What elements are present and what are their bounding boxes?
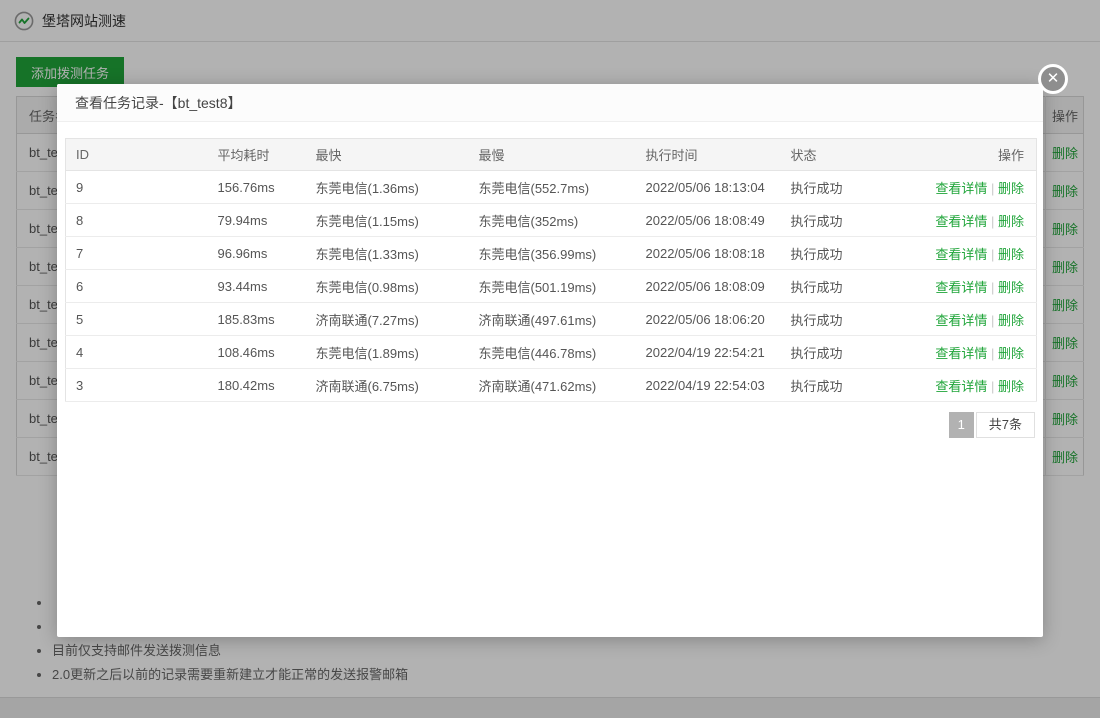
records-table: ID 平均耗时 最快 最慢 执行时间 状态 操作 9 156.76ms 东莞电信… [65,138,1037,402]
record-id: 9 [66,171,208,204]
record-slowest: 济南联通(497.61ms) [469,303,636,336]
record-avg-time: 96.96ms [208,237,306,270]
view-detail-link[interactable]: 查看详情 [935,247,987,262]
record-row: 6 93.44ms 东莞电信(0.98ms) 东莞电信(501.19ms) 20… [66,270,1037,303]
record-avg-time: 93.44ms [208,270,306,303]
record-avg-time: 108.46ms [208,336,306,369]
record-avg-time: 180.42ms [208,369,306,402]
col-exec-time: 执行时间 [636,139,781,171]
record-id: 8 [66,204,208,237]
record-delete-link[interactable]: 删除 [998,214,1024,229]
record-avg-time: 79.94ms [208,204,306,237]
record-status: 执行成功 [781,369,893,402]
view-detail-link[interactable]: 查看详情 [935,280,987,295]
record-avg-time: 185.83ms [208,303,306,336]
record-status: 执行成功 [781,204,893,237]
record-exec-time: 2022/04/19 22:54:21 [636,336,781,369]
record-id: 5 [66,303,208,336]
record-actions: 查看详情 | 删除 [893,336,1037,369]
col-avg-time: 平均耗时 [208,139,306,171]
record-slowest: 东莞电信(552.7ms) [469,171,636,204]
record-status: 执行成功 [781,237,893,270]
record-slowest: 济南联通(471.62ms) [469,369,636,402]
dialog-title: 查看任务记录-【bt_test8】 [75,93,241,113]
record-status: 执行成功 [781,270,893,303]
record-status: 执行成功 [781,303,893,336]
view-detail-link[interactable]: 查看详情 [935,346,987,361]
record-status: 执行成功 [781,171,893,204]
record-fastest: 东莞电信(1.89ms) [306,336,469,369]
view-detail-link[interactable]: 查看详情 [935,379,987,394]
record-row: 4 108.46ms 东莞电信(1.89ms) 东莞电信(446.78ms) 2… [66,336,1037,369]
record-exec-time: 2022/05/06 18:13:04 [636,171,781,204]
record-status: 执行成功 [781,336,893,369]
record-fastest: 东莞电信(1.15ms) [306,204,469,237]
record-slowest: 东莞电信(446.78ms) [469,336,636,369]
record-id: 4 [66,336,208,369]
record-exec-time: 2022/05/06 18:08:18 [636,237,781,270]
record-row: 8 79.94ms 东莞电信(1.15ms) 东莞电信(352ms) 2022/… [66,204,1037,237]
view-detail-link[interactable]: 查看详情 [935,313,987,328]
record-exec-time: 2022/05/06 18:08:49 [636,204,781,237]
record-exec-time: 2022/05/06 18:08:09 [636,270,781,303]
total-count-label: 共7条 [976,412,1035,438]
record-exec-time: 2022/04/19 22:54:03 [636,369,781,402]
record-row: 9 156.76ms 东莞电信(1.36ms) 东莞电信(552.7ms) 20… [66,171,1037,204]
record-id: 6 [66,270,208,303]
col-slowest: 最慢 [469,139,636,171]
record-avg-time: 156.76ms [208,171,306,204]
record-fastest: 济南联通(6.75ms) [306,369,469,402]
record-row: 5 185.83ms 济南联通(7.27ms) 济南联通(497.61ms) 2… [66,303,1037,336]
record-delete-link[interactable]: 删除 [998,313,1024,328]
dialog-body: ID 平均耗时 最快 最慢 执行时间 状态 操作 9 156.76ms 东莞电信… [57,122,1043,438]
col-action: 操作 [893,139,1037,171]
col-status: 状态 [781,139,893,171]
record-id: 3 [66,369,208,402]
record-actions: 查看详情 | 删除 [893,303,1037,336]
task-records-dialog: ✕ 查看任务记录-【bt_test8】 ID 平均耗时 最快 最慢 执行时间 状… [57,84,1043,637]
record-fastest: 济南联通(7.27ms) [306,303,469,336]
dialog-header: 查看任务记录-【bt_test8】 [57,84,1043,122]
record-delete-link[interactable]: 删除 [998,247,1024,262]
record-fastest: 东莞电信(1.33ms) [306,237,469,270]
close-icon[interactable]: ✕ [1038,64,1068,94]
col-fastest: 最快 [306,139,469,171]
record-actions: 查看详情 | 删除 [893,204,1037,237]
record-fastest: 东莞电信(1.36ms) [306,171,469,204]
record-fastest: 东莞电信(0.98ms) [306,270,469,303]
record-slowest: 东莞电信(501.19ms) [469,270,636,303]
record-actions: 查看详情 | 删除 [893,369,1037,402]
record-row: 7 96.96ms 东莞电信(1.33ms) 东莞电信(356.99ms) 20… [66,237,1037,270]
pagination: 1 共7条 [65,412,1037,438]
record-actions: 查看详情 | 删除 [893,237,1037,270]
records-header-row: ID 平均耗时 最快 最慢 执行时间 状态 操作 [66,139,1037,171]
record-id: 7 [66,237,208,270]
view-detail-link[interactable]: 查看详情 [935,214,987,229]
record-delete-link[interactable]: 删除 [998,181,1024,196]
record-actions: 查看详情 | 删除 [893,270,1037,303]
record-slowest: 东莞电信(356.99ms) [469,237,636,270]
record-delete-link[interactable]: 删除 [998,379,1024,394]
view-detail-link[interactable]: 查看详情 [935,181,987,196]
col-id: ID [66,139,208,171]
record-exec-time: 2022/05/06 18:06:20 [636,303,781,336]
record-slowest: 东莞电信(352ms) [469,204,636,237]
record-row: 3 180.42ms 济南联通(6.75ms) 济南联通(471.62ms) 2… [66,369,1037,402]
record-actions: 查看详情 | 删除 [893,171,1037,204]
record-delete-link[interactable]: 删除 [998,346,1024,361]
page-1-button[interactable]: 1 [949,412,974,438]
record-delete-link[interactable]: 删除 [998,280,1024,295]
records-tbody: 9 156.76ms 东莞电信(1.36ms) 东莞电信(552.7ms) 20… [66,171,1037,402]
